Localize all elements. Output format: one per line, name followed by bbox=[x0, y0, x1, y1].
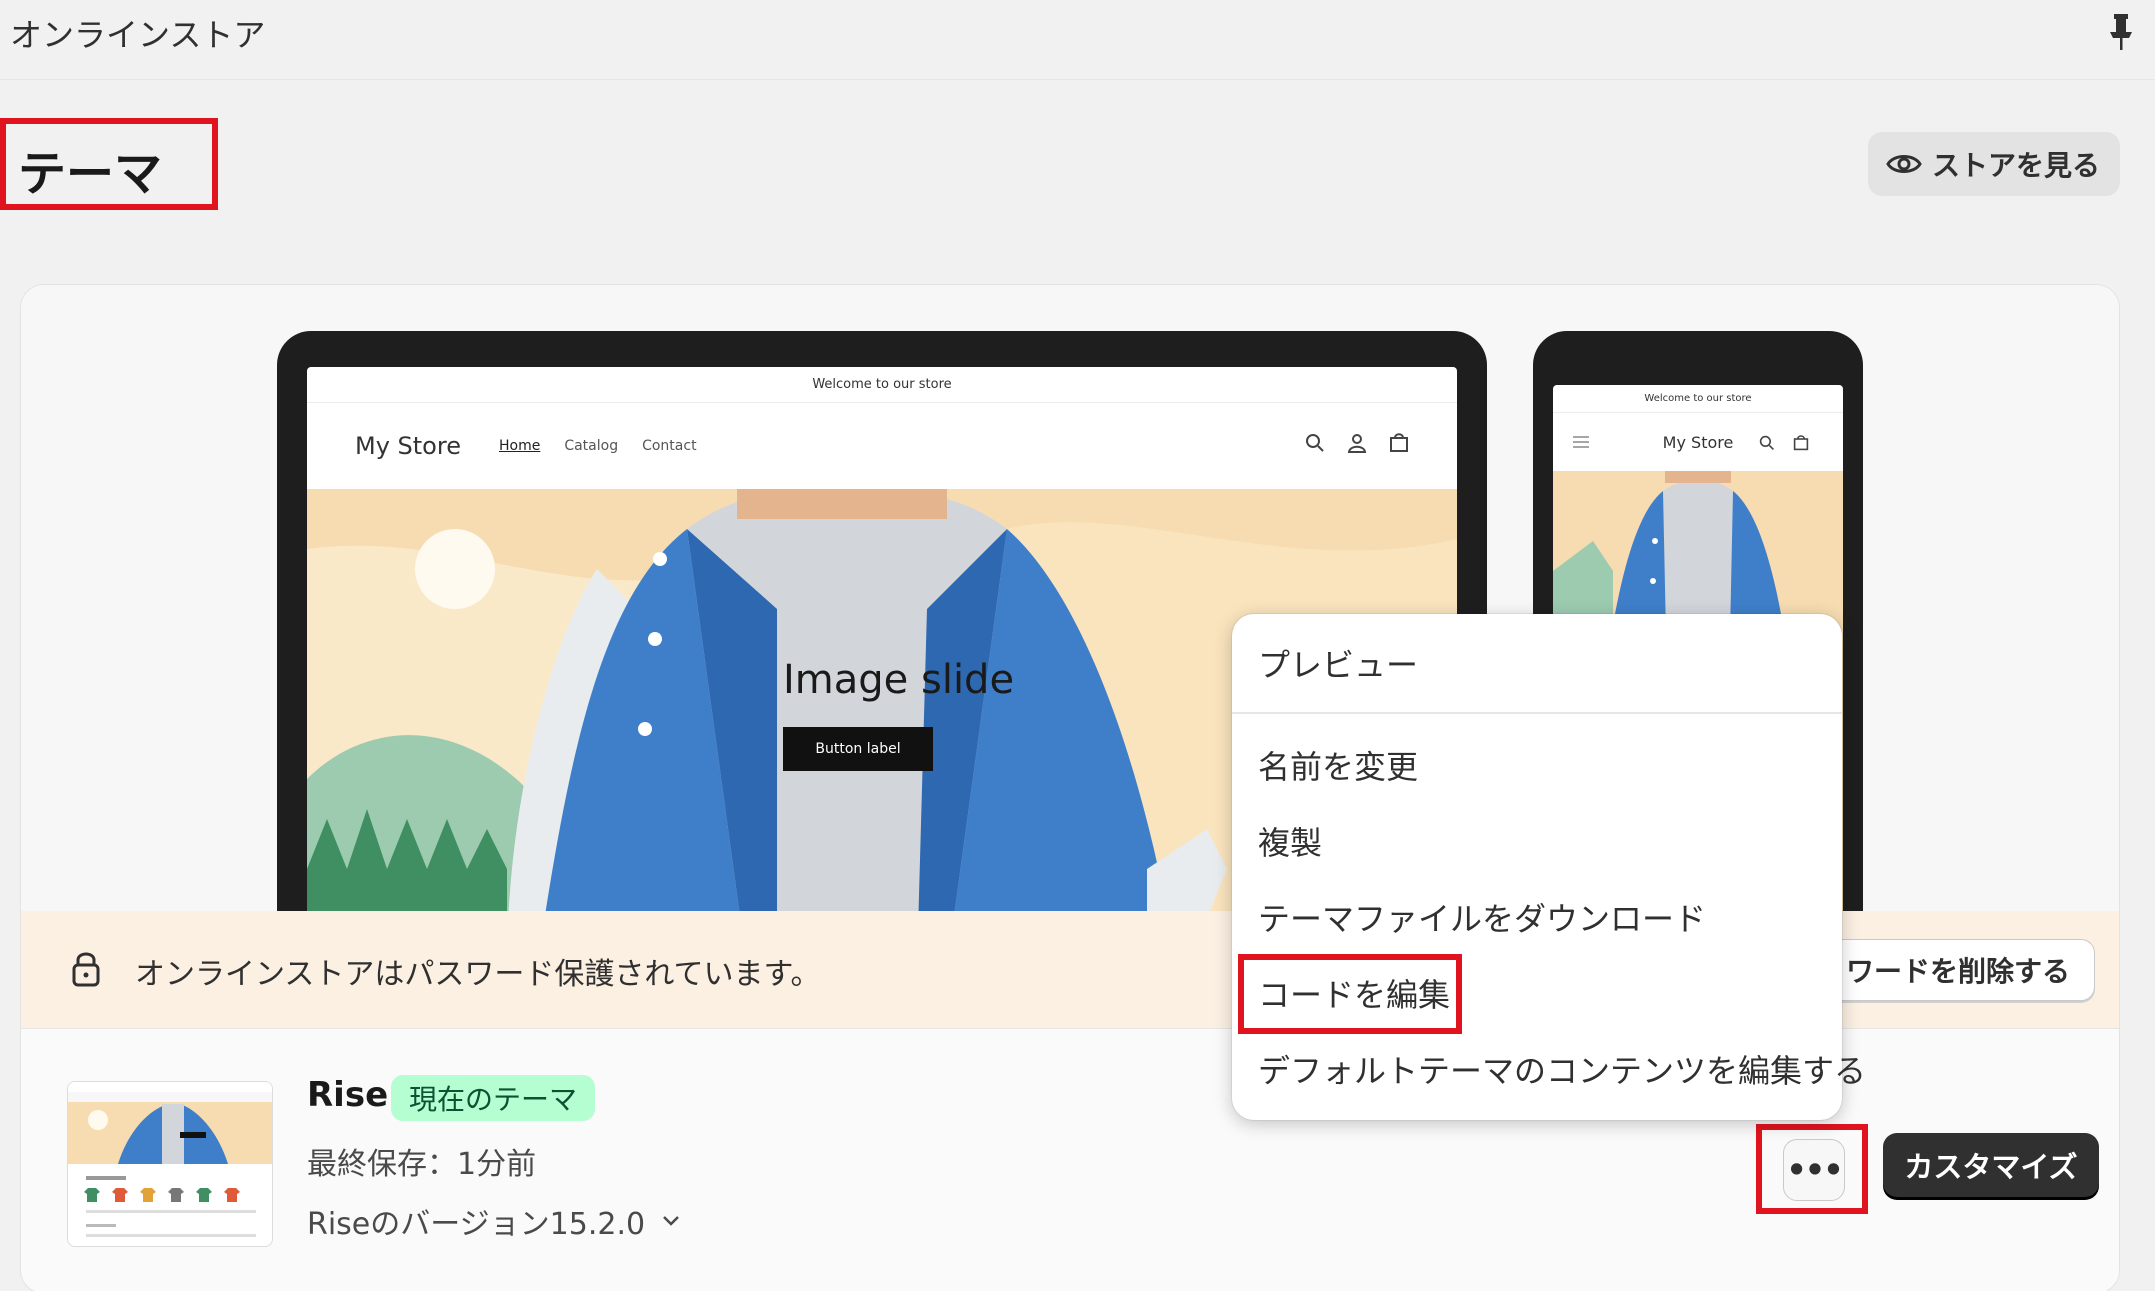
password-banner-text: オンラインストアはパスワード保護されています。 bbox=[135, 957, 821, 992]
nav-link-home: Home bbox=[498, 438, 541, 454]
theme-name: Rise bbox=[307, 1075, 389, 1115]
slide-title: Image slide bbox=[783, 657, 1015, 703]
theme-thumbnail-image bbox=[68, 1082, 272, 1237]
top-bar: オンラインストア bbox=[0, 0, 2155, 80]
theme-version-label: Riseのバージョン15.2.0 bbox=[307, 1207, 646, 1242]
store-logo: My Store bbox=[355, 432, 461, 460]
highlight-box-edit-code bbox=[1238, 954, 1462, 1034]
store-header: My Store Home Catalog Contact bbox=[307, 403, 1457, 489]
menu-item-duplicate[interactable]: 複製 bbox=[1258, 818, 1322, 864]
chevron-down-icon bbox=[663, 1216, 679, 1226]
mobile-cart-icon bbox=[1793, 435, 1809, 451]
cart-icon bbox=[1390, 433, 1408, 452]
breadcrumb[interactable]: オンラインストア bbox=[10, 10, 265, 56]
menu-item-edit-default-theme-content[interactable]: デフォルトテーマのコンテンツを編集する bbox=[1258, 1046, 1866, 1092]
customize-button[interactable]: カスタマイズ bbox=[1883, 1133, 2099, 1197]
store-nav-icons bbox=[1305, 433, 1409, 453]
search-icon bbox=[1306, 434, 1324, 452]
lock-icon bbox=[72, 952, 100, 987]
highlight-box-title bbox=[0, 118, 218, 210]
view-store-label: ストアを見る bbox=[1932, 149, 2101, 182]
announcement-bar: Welcome to our store bbox=[307, 367, 1457, 403]
pin-icon[interactable] bbox=[2105, 12, 2137, 52]
menu-icon bbox=[1573, 436, 1589, 448]
menu-item-download-theme-file[interactable]: テーマファイルをダウンロード bbox=[1258, 894, 1706, 940]
mobile-store-logo: My Store bbox=[1662, 432, 1734, 452]
last-saved-text: 最終保存：1分前 bbox=[307, 1147, 537, 1182]
menu-divider bbox=[1232, 712, 1842, 714]
theme-thumbnail bbox=[67, 1081, 273, 1247]
mobile-store-header: My Store bbox=[1553, 413, 1843, 471]
account-icon bbox=[1347, 434, 1367, 453]
theme-version[interactable]: Riseのバージョン15.2.0 bbox=[307, 1199, 681, 1243]
view-store-button[interactable]: ストアを見る bbox=[1868, 132, 2120, 196]
nav-link-contact: Contact bbox=[642, 438, 697, 454]
highlight-box-more-button bbox=[1756, 1124, 1868, 1214]
menu-item-preview[interactable]: プレビュー bbox=[1258, 640, 1418, 686]
current-theme-badge: 現在のテーマ bbox=[391, 1075, 596, 1121]
mobile-announcement-bar: Welcome to our store bbox=[1553, 385, 1843, 413]
nav-link-catalog: Catalog bbox=[564, 438, 619, 454]
menu-item-rename[interactable]: 名前を変更 bbox=[1258, 742, 1418, 788]
mobile-search-icon bbox=[1759, 435, 1774, 450]
slide-button: Button label bbox=[783, 727, 933, 771]
eye-icon bbox=[1886, 155, 1922, 173]
remove-password-label: ワードを削除する bbox=[1845, 955, 2070, 988]
theme-actions-menu: プレビュー 名前を変更 複製 テーマファイルをダウンロード コードを編集 デフォ… bbox=[1232, 614, 1866, 1120]
